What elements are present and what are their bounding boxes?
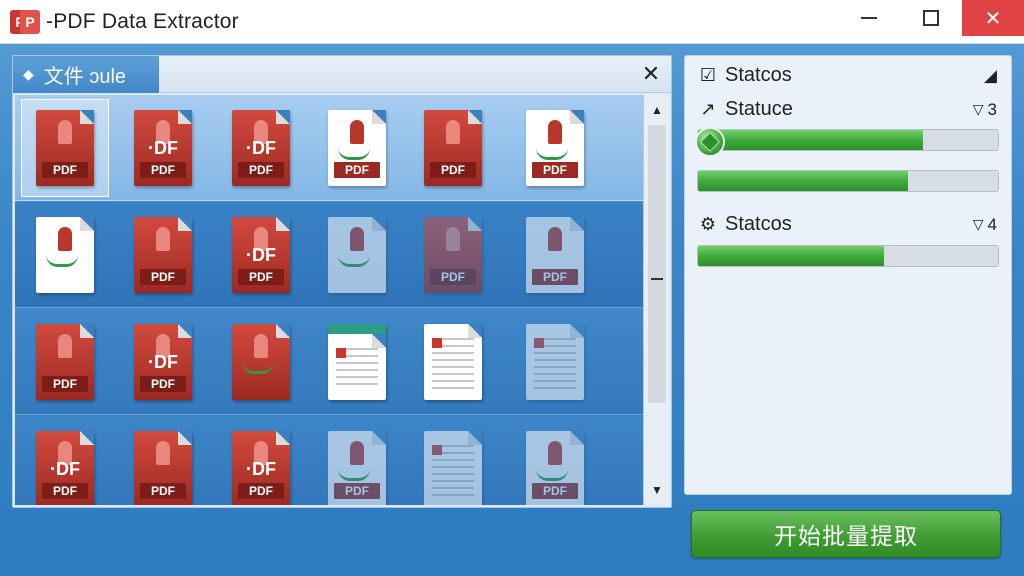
close-icon: ✕	[984, 7, 1002, 30]
document-tile[interactable]	[409, 420, 497, 505]
document-icon	[328, 324, 386, 400]
grid-row: PDF ·DF PDF PDF PDF	[15, 202, 643, 308]
pdf-file-icon: ·DF PDF	[36, 431, 94, 505]
pdf-file-tile[interactable]: PDF	[313, 99, 401, 197]
document-icon	[526, 324, 584, 400]
pdf-app-icon: PP	[10, 8, 40, 36]
pdf-file-icon: PDF	[328, 110, 386, 186]
file-grid: PDF ·DF PDF ·DF PDF PDF PDF PDF PDF ·DF PDF…	[15, 95, 643, 505]
panel-close-button[interactable]: ✕	[639, 61, 663, 86]
grid-row: ·DF PDF PDF ·DF PDF PDF PDF	[15, 416, 643, 505]
triangle-down-icon: ▽	[972, 216, 984, 232]
status-section-3-count[interactable]: ▽ 4	[973, 215, 997, 235]
diamond-icon: ◆	[23, 65, 34, 82]
pdf-file-icon: PDF	[526, 217, 584, 293]
pdf-file-icon: PDF	[424, 217, 482, 293]
pdf-file-icon: PDF	[328, 431, 386, 505]
pdf-file-icon: ·DF PDF	[134, 324, 192, 400]
status-section-2-count[interactable]: ▽ 3	[973, 100, 997, 120]
title-bar: PP -PDF Data Extractor ✕	[0, 0, 1024, 44]
maximize-icon	[923, 10, 939, 26]
progress-bar	[697, 245, 999, 267]
arrow-up-right-icon: ↗	[700, 99, 716, 119]
pdf-file-tile[interactable]: PDF	[119, 206, 207, 304]
pdf-file-icon: PDF	[424, 110, 482, 186]
pdf-file-tile[interactable]: PDF	[313, 420, 401, 505]
scroll-thumb[interactable]	[648, 125, 666, 403]
pdf-file-icon: ·DF PDF	[232, 217, 290, 293]
pdf-file-tile[interactable]: ·DF PDF	[119, 99, 207, 197]
pdf-file-tile[interactable]: ·DF PDF	[21, 420, 109, 505]
pdf-file-tile[interactable]: ·DF PDF	[217, 99, 305, 197]
pdf-file-icon	[328, 217, 386, 293]
status-section-2-label: Statuce	[725, 98, 793, 120]
pdf-file-tile[interactable]: ·DF PDF	[217, 420, 305, 505]
document-tile[interactable]	[409, 313, 497, 411]
status-header: ☑ Statcos ◢	[697, 64, 997, 87]
pdf-file-tile[interactable]	[313, 206, 401, 304]
document-tile[interactable]	[313, 313, 401, 411]
pdf-file-tile[interactable]: PDF	[119, 420, 207, 505]
collapse-icon[interactable]: ◢	[984, 66, 997, 86]
file-panel-tab[interactable]: ◆ 文件 ɔule	[13, 55, 159, 93]
gem-icon	[695, 127, 725, 157]
pdf-file-tile[interactable]: PDF	[21, 99, 109, 197]
window-controls: ✕	[838, 0, 1024, 36]
pdf-file-icon: ·DF PDF	[232, 110, 290, 186]
scroll-grip-icon	[651, 278, 663, 280]
pdf-file-tile[interactable]: PDF	[409, 99, 497, 197]
scroll-up-button[interactable]: ▲	[644, 97, 670, 123]
pdf-file-icon: ·DF PDF	[134, 110, 192, 186]
pdf-file-tile[interactable]: PDF	[511, 99, 599, 197]
document-icon	[424, 431, 482, 505]
pdf-file-icon: PDF	[526, 431, 584, 505]
pdf-file-icon: PDF	[134, 431, 192, 505]
minimize-button[interactable]	[838, 0, 900, 36]
status-section-3-label: Statcos	[725, 213, 792, 235]
scroll-down-button[interactable]: ▼	[644, 477, 670, 503]
grid-row: PDF ·DF PDF	[15, 309, 643, 415]
file-panel: ◆ 文件 ɔule ✕ PDF ·DF PDF ·DF PDF PDF PDF PD…	[12, 55, 672, 508]
pdf-file-tile[interactable]	[21, 206, 109, 304]
status-panel: ☑ Statcos ◢ ↗ Statuce ▽ 3 ⚙ Statcos ▽ 4	[684, 55, 1012, 495]
grid-row: PDF ·DF PDF ·DF PDF PDF PDF PDF	[15, 95, 643, 201]
pdf-file-tile[interactable]: ·DF PDF	[119, 313, 207, 411]
progress-fill	[698, 171, 908, 191]
document-tile[interactable]	[511, 313, 599, 411]
pdf-file-icon	[36, 217, 94, 293]
maximize-button[interactable]	[900, 0, 962, 36]
start-batch-extract-button[interactable]: 开始批量提取	[691, 510, 1001, 558]
minimize-icon	[861, 17, 877, 19]
pdf-file-tile[interactable]: PDF	[511, 206, 599, 304]
progress-fill	[698, 246, 884, 266]
pdf-file-icon: PDF	[36, 324, 94, 400]
status-header-label: Statcos	[725, 64, 792, 86]
progress-bar	[697, 170, 999, 192]
pdf-file-tile[interactable]: ·DF PDF	[217, 206, 305, 304]
pdf-file-icon: PDF	[526, 110, 584, 186]
progress-fill	[698, 130, 923, 150]
file-panel-header: ◆ 文件 ɔule ✕	[13, 55, 671, 93]
pdf-file-icon: ·DF PDF	[232, 431, 290, 505]
close-window-button[interactable]: ✕	[962, 0, 1024, 36]
status-section-2: ↗ Statuce ▽ 3	[697, 98, 997, 121]
document-icon	[424, 324, 482, 400]
progress-bar	[697, 129, 999, 151]
gear-icon: ⚙	[699, 214, 717, 234]
pdf-file-icon	[232, 324, 290, 400]
pdf-file-tile[interactable]: PDF	[409, 206, 497, 304]
triangle-down-icon: ▽	[972, 101, 984, 117]
file-panel-tab-label: 文件 ɔule	[43, 65, 127, 88]
pdf-file-tile[interactable]	[217, 313, 305, 411]
edit-check-icon: ☑	[699, 65, 717, 85]
vertical-scrollbar[interactable]: ▲ ▼	[643, 95, 669, 505]
pdf-file-tile[interactable]: PDF	[21, 313, 109, 411]
window-title: -PDF Data Extractor	[46, 9, 239, 33]
pdf-file-icon: PDF	[134, 217, 192, 293]
pdf-file-tile[interactable]: PDF	[511, 420, 599, 505]
pdf-file-icon: PDF	[36, 110, 94, 186]
status-section-3: ⚙ Statcos ▽ 4	[697, 213, 997, 236]
